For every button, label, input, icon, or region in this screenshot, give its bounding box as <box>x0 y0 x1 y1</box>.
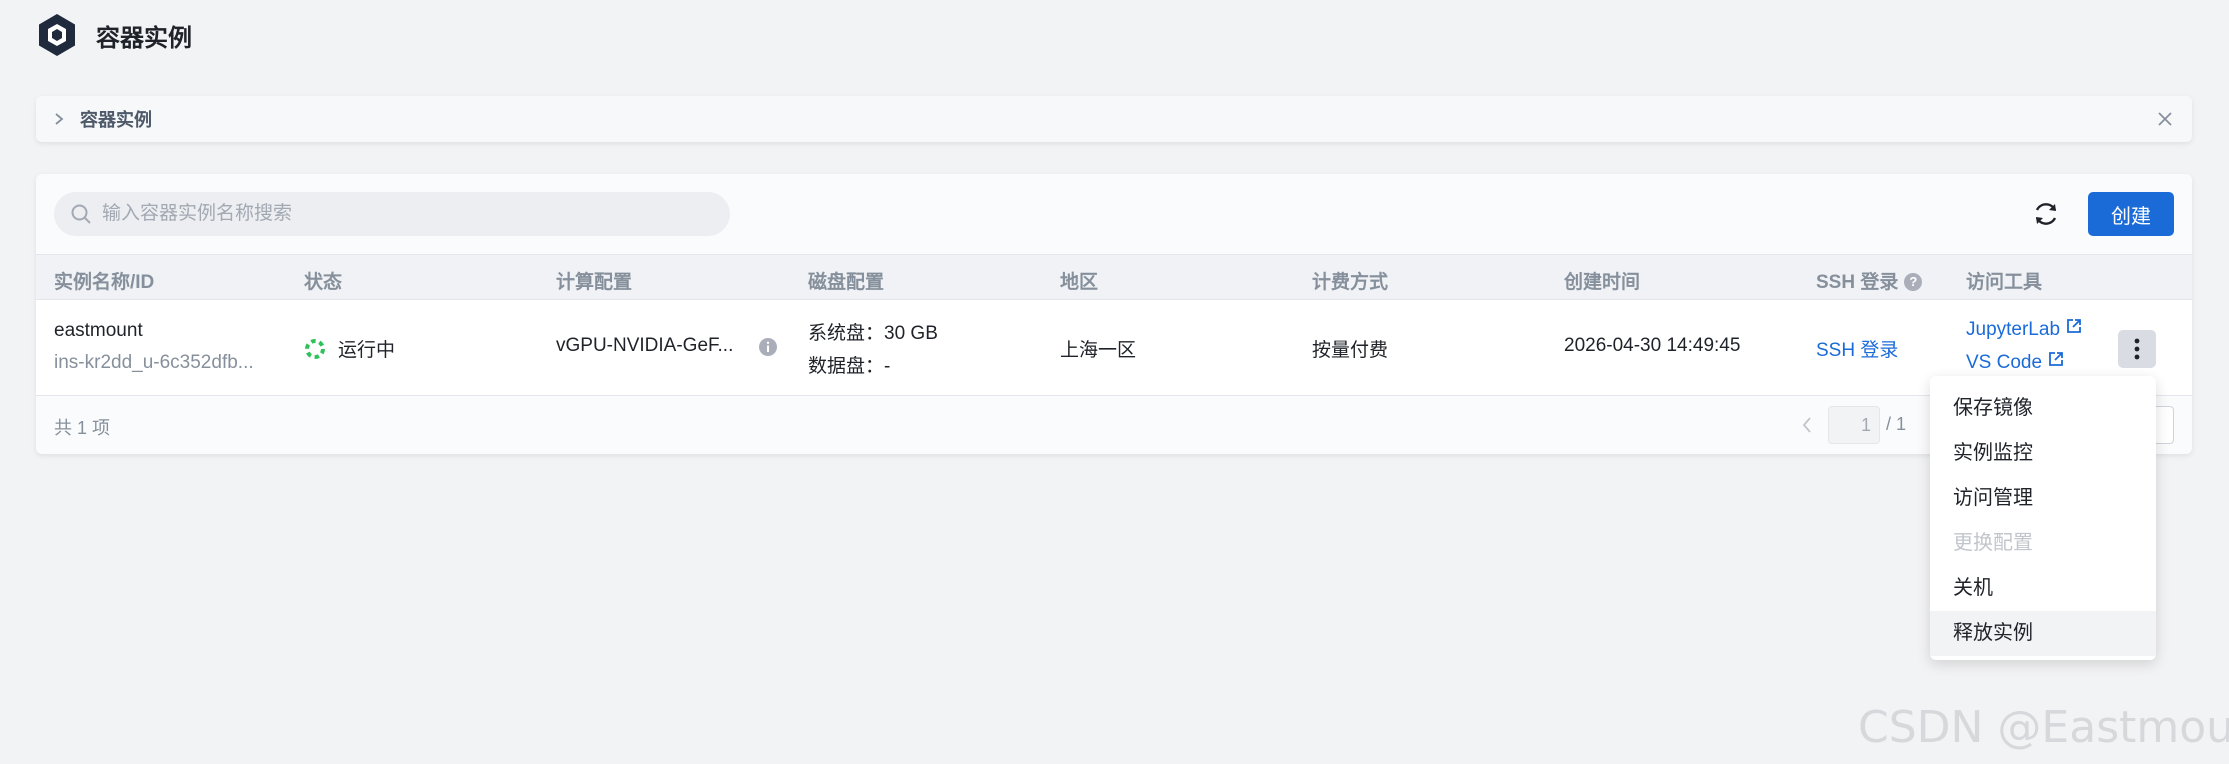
column-header-created: 创建时间 <box>1564 272 1641 293</box>
external-link-icon <box>2067 319 2081 333</box>
page-total: / 1 <box>1886 414 1907 434</box>
region: 上海一区 <box>1060 340 1137 361</box>
jupyterlab-link[interactable]: JupyterLab <box>1966 318 2082 341</box>
status-text: 运行中 <box>338 340 396 361</box>
column-header-compute: 计算配置 <box>556 272 633 293</box>
chevron-right-icon[interactable] <box>52 112 66 126</box>
column-header-tools: 访问工具 <box>1966 272 2043 293</box>
status-badge: 运行中 <box>304 335 395 362</box>
more-actions-button[interactable] <box>2118 330 2156 368</box>
chevron-left-icon[interactable] <box>1800 416 1814 434</box>
column-header-status: 状态 <box>304 272 343 293</box>
column-header-name: 实例名称/ID <box>54 272 155 293</box>
ssh-login-link[interactable]: SSH 登录 <box>1816 335 1898 362</box>
instance-name: eastmount <box>54 320 143 341</box>
menu-item-save-image[interactable]: 保存镜像 <box>1930 386 2156 431</box>
menu-item-change-config: 更换配置 <box>1953 532 2033 554</box>
vscode-link[interactable]: VS Code <box>1966 351 2064 374</box>
column-header-disk: 磁盘配置 <box>808 272 885 293</box>
created-time: 2026-04-30 14:49:45 <box>1564 335 1741 356</box>
compute-config: vGPU-NVIDIA-GeF... <box>556 335 734 356</box>
app-header: 容器实例 <box>36 12 192 58</box>
menu-item-access-management[interactable]: 访问管理 <box>1930 476 2156 521</box>
running-status-icon <box>305 339 325 359</box>
search-box[interactable] <box>54 192 730 236</box>
menu-item-shutdown[interactable]: 关机 <box>1930 566 2156 611</box>
info-icon[interactable] <box>758 337 778 357</box>
hexagon-logo-icon <box>39 14 75 56</box>
column-header-ssh-label: SSH 登录 <box>1816 272 1899 293</box>
page-number-input[interactable]: 1 <box>1828 406 1880 444</box>
help-icon[interactable]: ? <box>1904 273 1923 291</box>
column-header-billing: 计费方式 <box>1312 272 1389 293</box>
create-button[interactable]: 创建 <box>2088 192 2174 236</box>
jupyterlab-label: JupyterLab <box>1966 319 2061 340</box>
more-vertical-icon <box>2134 338 2140 360</box>
breadcrumb: 容器实例 <box>36 96 2192 142</box>
column-header-ssh: SSH 登录? <box>1816 267 1923 294</box>
more-actions-menu: 保存镜像 实例监控 访问管理 更换配置 关机 释放实例 <box>1930 376 2156 660</box>
refresh-icon[interactable] <box>2030 198 2062 230</box>
external-link-icon <box>2049 352 2063 366</box>
watermark: CSDN @Eastmount <box>1858 702 2229 753</box>
total-count: 共 1 项 <box>54 418 111 438</box>
billing-method: 按量付费 <box>1312 340 1389 361</box>
breadcrumb-label: 容器实例 <box>80 110 152 130</box>
search-icon <box>71 204 91 224</box>
instance-id: ins-kr2dd_u-6c352dfb... <box>54 352 254 373</box>
menu-item-release-instance[interactable]: 释放实例 <box>1930 611 2156 656</box>
disk-data: 数据盘：- <box>808 356 891 377</box>
table-row: eastmount ins-kr2dd_u-6c352dfb... 运行中 vG… <box>36 300 2192 396</box>
instance-list-card: 创建 实例名称/ID 状态 计算配置 磁盘配置 地区 计费方式 创建时间 SSH… <box>36 174 2192 454</box>
close-icon[interactable] <box>2154 108 2176 130</box>
vscode-label: VS Code <box>1966 352 2043 373</box>
menu-item-monitor[interactable]: 实例监控 <box>1930 431 2156 476</box>
page-title: 容器实例 <box>96 24 192 52</box>
table-header: 实例名称/ID 状态 计算配置 磁盘配置 地区 计费方式 创建时间 SSH 登录… <box>36 254 2192 300</box>
pagination: 共 1 项 1 / 1 <box>36 396 2192 454</box>
search-input[interactable] <box>102 203 702 225</box>
disk-system: 系统盘：30 GB <box>808 323 938 344</box>
column-header-region: 地区 <box>1060 272 1099 293</box>
